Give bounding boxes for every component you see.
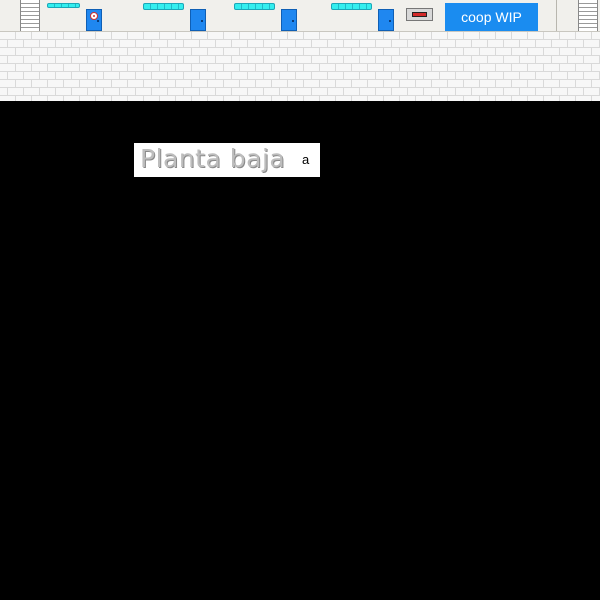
ceiling-lamp-icon — [143, 3, 184, 10]
ceiling-lamp-icon — [331, 3, 372, 10]
wall-divider — [556, 0, 557, 31]
brick-wall — [0, 32, 600, 101]
ceiling-lamp-icon — [234, 3, 275, 10]
door-with-sign-icon[interactable] — [86, 9, 102, 31]
key-hint: a — [302, 152, 310, 167]
fire-alarm-icon[interactable] — [406, 8, 433, 21]
fire-alarm-light — [412, 12, 427, 17]
building-floor: coop WIP — [0, 0, 600, 32]
door-knob-icon — [97, 20, 99, 22]
floor-label-panel: Planta baja a — [134, 143, 320, 177]
floor-title: Planta baja — [140, 144, 286, 173]
ceiling-lamp-icon — [47, 3, 80, 8]
no-entry-sign-icon — [90, 12, 98, 20]
door-knob-icon — [201, 20, 203, 22]
door-knob-icon — [292, 20, 294, 22]
door-icon[interactable] — [190, 9, 206, 31]
stairs-right-icon[interactable] — [578, 0, 598, 31]
door-icon[interactable] — [281, 9, 297, 31]
door-icon[interactable] — [378, 9, 394, 31]
stairs-left-icon[interactable] — [20, 0, 40, 31]
door-knob-icon — [389, 20, 391, 22]
coop-wip-button[interactable]: coop WIP — [445, 3, 538, 31]
